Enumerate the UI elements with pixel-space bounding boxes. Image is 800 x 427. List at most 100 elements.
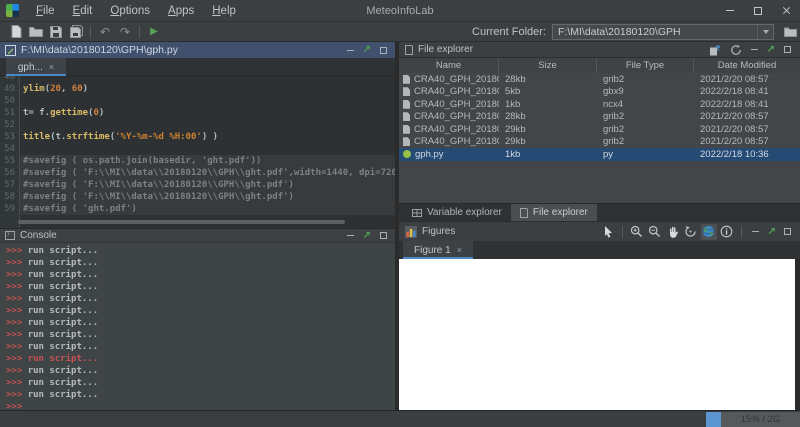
code-text: #savefig ( 'F:\\MI\\data\\20180120\\GPH\… xyxy=(20,179,395,191)
table-row[interactable]: CRA40_GPH_2018012...28kbgrib22021/2/20 0… xyxy=(399,73,800,86)
zoom-in-icon xyxy=(630,225,643,238)
line-number: 54 xyxy=(0,143,20,155)
console-text: run script... xyxy=(28,282,98,292)
console-output[interactable]: >>> run script...>>> run script...>>> ru… xyxy=(0,243,395,410)
code-text: t= f.gettime(0) xyxy=(20,107,395,119)
new-file-button[interactable] xyxy=(6,23,26,41)
save-all-button[interactable] xyxy=(66,23,86,41)
undo-button[interactable]: ↶ xyxy=(95,23,115,41)
current-folder-value: F:\MI\data\20180120\GPH xyxy=(558,26,757,38)
console-text: run script... xyxy=(28,390,98,400)
panel-maximize-icon[interactable] xyxy=(380,47,387,54)
file-name-cell: CRA40_GPH_2018012... xyxy=(399,124,499,135)
table-icon xyxy=(412,209,422,217)
column-header-file-type[interactable]: File Type xyxy=(597,58,694,73)
column-header-date-modified[interactable]: Date Modified xyxy=(694,58,800,73)
panel-float-icon[interactable]: ↗ xyxy=(767,45,775,55)
save-button[interactable] xyxy=(46,23,66,41)
rotate-tool[interactable] xyxy=(683,224,699,240)
code-text: #savefig ( 'ght.pdf') xyxy=(20,203,395,215)
tab-close-icon[interactable]: × xyxy=(49,63,54,72)
panel-maximize-icon[interactable] xyxy=(784,46,791,53)
table-row[interactable]: CRA40_GPH_2018012...29kbgrib22021/2/20 0… xyxy=(399,136,800,149)
redo-button[interactable]: ↷ xyxy=(115,23,135,41)
editor-horizontal-scrollbar[interactable] xyxy=(18,220,345,224)
tab-close-icon[interactable]: × xyxy=(457,246,462,255)
menu-file[interactable]: File xyxy=(27,0,64,22)
file-type-cell: grib2 xyxy=(597,136,694,147)
rotate-icon xyxy=(684,225,697,238)
table-row[interactable]: CRA40_GPH_2018012...28kbgrib22021/2/20 0… xyxy=(399,111,800,124)
file-size-cell: 1kb xyxy=(499,149,597,160)
panel-minimize-icon[interactable] xyxy=(347,235,354,236)
file-table: CRA40_GPH_2018012... 28kb grib2 2021/2/20 0… xyxy=(399,73,800,203)
file-name-cell: CRA40_GPH_2018012... xyxy=(399,111,499,122)
current-folder-dropdown[interactable]: F:\MI\data\20180120\GPH xyxy=(552,24,774,40)
menu-options[interactable]: Options xyxy=(101,0,159,22)
menu-apps[interactable]: Apps xyxy=(159,0,203,22)
export-up-icon[interactable] xyxy=(709,44,721,56)
tab-variable-explorer[interactable]: Variable explorer xyxy=(403,204,511,221)
menu-mnemonic: A xyxy=(168,5,176,17)
dropdown-chevron-button[interactable] xyxy=(757,25,773,39)
console-prompt: >>> xyxy=(6,282,28,292)
table-row[interactable]: CRA40_GPH_2018012...1kbncx42022/2/18 08:… xyxy=(399,98,800,111)
console-line: >>> run script... xyxy=(6,365,395,377)
column-header-name[interactable]: Name xyxy=(399,58,499,73)
zoom-in-tool[interactable] xyxy=(629,224,645,240)
panel-minimize-icon[interactable] xyxy=(751,49,758,50)
column-header-size[interactable]: Size xyxy=(499,58,597,73)
figures-chart-icon xyxy=(405,226,417,238)
zoom-out-tool[interactable] xyxy=(647,224,663,240)
python-file-icon xyxy=(403,150,411,158)
window-minimize-button[interactable] xyxy=(716,0,744,22)
panel-float-icon[interactable]: ↗ xyxy=(768,227,776,237)
panel-float-icon[interactable]: ↗ xyxy=(363,45,371,55)
panel-float-icon[interactable]: ↗ xyxy=(363,231,371,241)
file-date-cell: 2021/2/20 08:57 xyxy=(694,111,800,122)
file-name: CRA40_GPH_2018012... xyxy=(414,99,499,110)
code-line: 55#savefig ( os.path.join(basedir, 'ght.… xyxy=(0,155,395,167)
panel-maximize-icon[interactable] xyxy=(784,228,791,235)
browse-folder-button[interactable] xyxy=(780,23,800,41)
window-close-button[interactable] xyxy=(772,0,800,22)
window-controls xyxy=(716,0,800,22)
line-number: 48 xyxy=(0,76,20,83)
panel-minimize-icon[interactable] xyxy=(752,231,759,232)
pan-hand-tool[interactable] xyxy=(665,224,681,240)
tab-file-explorer[interactable]: File explorer xyxy=(511,204,597,221)
run-icon: ▶ xyxy=(150,27,158,37)
table-row[interactable]: CRA40_GPH_2018012...5kbgbx92022/2/18 08:… xyxy=(399,86,800,99)
menu-help[interactable]: Help xyxy=(203,0,245,22)
select-cursor-tool[interactable] xyxy=(600,224,616,240)
figures-title: Figures xyxy=(422,226,455,237)
panel-minimize-icon[interactable] xyxy=(347,50,354,51)
console-prompt: >>> xyxy=(6,258,28,268)
run-script-button[interactable]: ▶ xyxy=(144,23,164,41)
console-line: >>> run script... xyxy=(6,269,395,281)
file-name-cell: CRA40_GPH_2018012... xyxy=(399,136,499,147)
code-editor[interactable]: 4849ylim(20, 60)5051t= f.gettime(0)5253t… xyxy=(0,76,395,228)
console-text: run script... xyxy=(28,318,98,328)
globe-tool[interactable] xyxy=(701,224,717,240)
table-row[interactable]: gph.py1kbpy2022/2/18 10:36 xyxy=(399,148,800,161)
menu-mnemonic: H xyxy=(212,5,220,17)
panel-maximize-icon[interactable] xyxy=(380,232,387,239)
code-text: #savefig ( os.path.join(basedir, 'ght.pd… xyxy=(20,155,395,167)
refresh-icon[interactable] xyxy=(730,44,742,56)
open-folder-button[interactable] xyxy=(26,23,46,41)
edit-file-icon xyxy=(5,45,16,56)
table-row[interactable]: CRA40_GPH_2018012...29kbgrib22021/2/20 0… xyxy=(399,123,800,136)
file-name-cell: CRA40_GPH_2018012... xyxy=(399,99,499,110)
code-token: ) ) xyxy=(202,132,218,142)
tab-figure-1[interactable]: Figure 1 × xyxy=(403,241,473,259)
window-maximize-button[interactable] xyxy=(744,0,772,22)
file-size-cell: 28kb xyxy=(499,74,597,85)
line-number: 59 xyxy=(0,203,20,215)
memory-indicator[interactable]: 15% / 2G xyxy=(706,412,800,427)
editor-panel-header: F:\MI\data\20180120\GPH\gph.py ↗ xyxy=(0,42,395,58)
menu-edit[interactable]: Edit xyxy=(64,0,102,22)
info-tool[interactable] xyxy=(719,224,735,240)
console-prompt: >>> xyxy=(6,390,28,400)
tab-gph-py[interactable]: gph... × xyxy=(6,58,66,76)
